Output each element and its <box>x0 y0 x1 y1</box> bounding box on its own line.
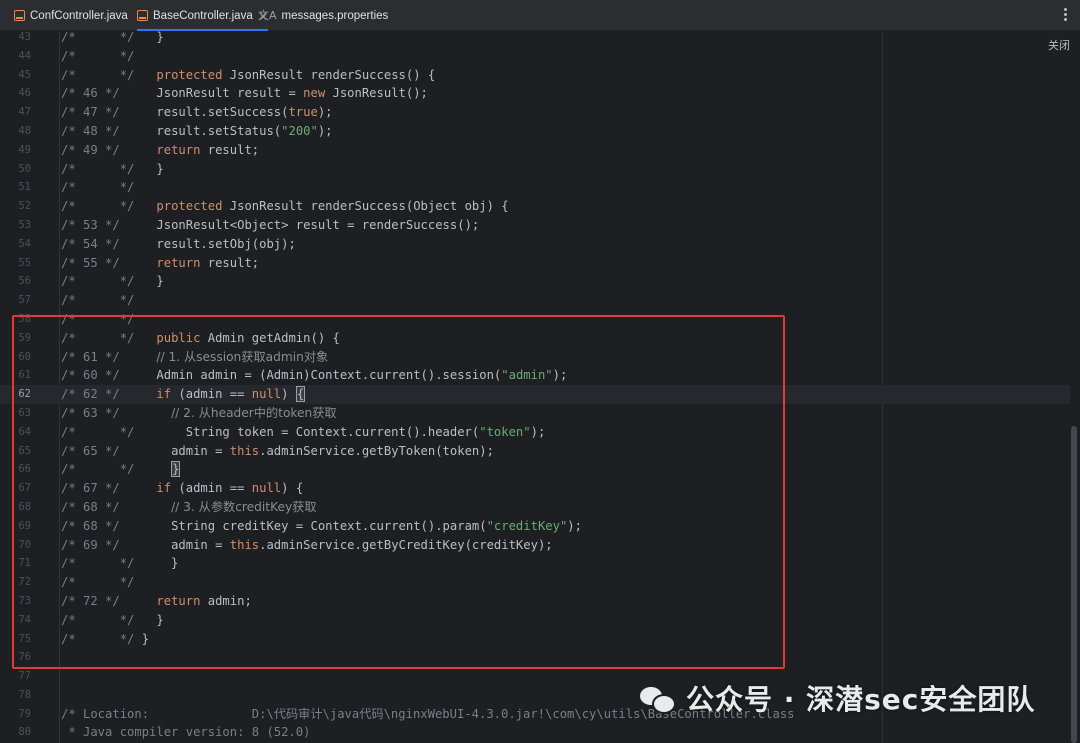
properties-file-icon: 文A <box>258 9 277 22</box>
java-file-icon <box>137 10 148 21</box>
tab-label: ConfController.java <box>30 9 128 22</box>
code-text: * Java compiler version: 8 (52.0) <box>61 725 311 740</box>
tab-label: BaseController.java <box>153 9 253 22</box>
code-line[interactable]: 52 /* */ protected JsonResult renderSucce… <box>0 197 1070 216</box>
tab-messages-properties[interactable]: 文A messages.properties <box>258 0 388 31</box>
code-line[interactable]: 49 /* 49 */ return result; <box>0 141 1070 160</box>
code-line[interactable]: 57 /* */ <box>0 291 1070 310</box>
line-number: 56 <box>18 275 31 288</box>
code-text: /* 49 */ return result; <box>61 142 260 157</box>
code-text: /* */ <box>61 48 135 63</box>
java-file-icon <box>14 10 25 21</box>
tab-basecontroller[interactable]: BaseController.java × <box>137 0 268 31</box>
code-text: /* */ protected JsonResult renderSuccess… <box>61 199 509 214</box>
code-line[interactable]: 43 /* */ } <box>0 28 1070 47</box>
code-text: /* 53 */ JsonResult<Object> result = ren… <box>61 217 480 232</box>
line-number: 45 <box>18 68 31 81</box>
watermark-text: 公众号 · 深潜sec安全团队 <box>686 683 1036 716</box>
line-number: 48 <box>18 124 31 137</box>
code-line[interactable]: 46 /* 46 */ JsonResult result = new JsonR… <box>0 84 1070 103</box>
line-number: 43 <box>18 31 31 43</box>
more-options-icon[interactable] <box>1064 8 1068 22</box>
line-number: 78 <box>18 688 31 701</box>
line-number: 50 <box>18 162 31 175</box>
line-number: 53 <box>18 218 31 231</box>
annotation-highlight-box <box>12 315 785 669</box>
line-number: 44 <box>18 49 31 62</box>
editor-tab-bar: ConfController.java BaseController.java … <box>0 0 1080 31</box>
line-number: 52 <box>18 200 31 213</box>
code-text: /* 54 */ result.setObj(obj); <box>61 236 296 251</box>
code-text: /* */ <box>61 180 135 195</box>
code-line[interactable]: 47 /* 47 */ result.setSuccess(true); <box>0 103 1070 122</box>
line-number: 55 <box>18 256 31 269</box>
line-number: 54 <box>18 237 31 250</box>
code-line[interactable]: 51 /* */ <box>0 178 1070 197</box>
line-number: 49 <box>18 143 31 156</box>
line-number: 77 <box>18 670 31 683</box>
tab-confcontroller[interactable]: ConfController.java <box>14 0 128 31</box>
code-line[interactable]: 45 /* */ protected JsonResult renderSucce… <box>0 66 1070 85</box>
watermark: 公众号 · 深潜sec安全团队 <box>640 678 1035 718</box>
line-number: 80 <box>18 726 31 739</box>
code-text: /* */ <box>61 293 135 308</box>
code-text: /* */ } <box>61 274 164 289</box>
wechat-icon <box>640 683 676 714</box>
code-line[interactable]: 50 /* */ } <box>0 160 1070 179</box>
code-line[interactable]: 80 * Java compiler version: 8 (52.0) <box>0 723 1070 742</box>
code-line[interactable]: 54 /* 54 */ result.setObj(obj); <box>0 235 1070 254</box>
code-line[interactable]: 53 /* 53 */ JsonResult<Object> result = r… <box>0 216 1070 235</box>
line-number: 51 <box>18 181 31 194</box>
line-number: 47 <box>18 106 31 119</box>
line-number: 57 <box>18 294 31 307</box>
code-text: /* 46 */ JsonResult result = new JsonRes… <box>61 86 428 101</box>
code-text: /* 48 */ result.setStatus("200"); <box>61 123 333 138</box>
code-text: /* */ } <box>61 161 164 176</box>
code-text: /* 47 */ result.setSuccess(true); <box>61 105 333 120</box>
line-number: 79 <box>18 707 31 720</box>
code-line[interactable]: 55 /* 55 */ return result; <box>0 254 1070 273</box>
tab-label: messages.properties <box>281 9 389 22</box>
vertical-scrollbar[interactable] <box>1071 426 1077 743</box>
code-text: /* 55 */ return result; <box>61 255 260 270</box>
code-text: /* */ protected JsonResult renderSuccess… <box>61 67 436 82</box>
code-line[interactable]: 56 /* */ } <box>0 272 1070 291</box>
code-line[interactable]: 44 /* */ <box>0 47 1070 66</box>
line-number: 46 <box>18 87 31 100</box>
code-line[interactable]: 48 /* 48 */ result.setStatus("200"); <box>0 122 1070 141</box>
code-text: /* */ } <box>61 30 164 44</box>
